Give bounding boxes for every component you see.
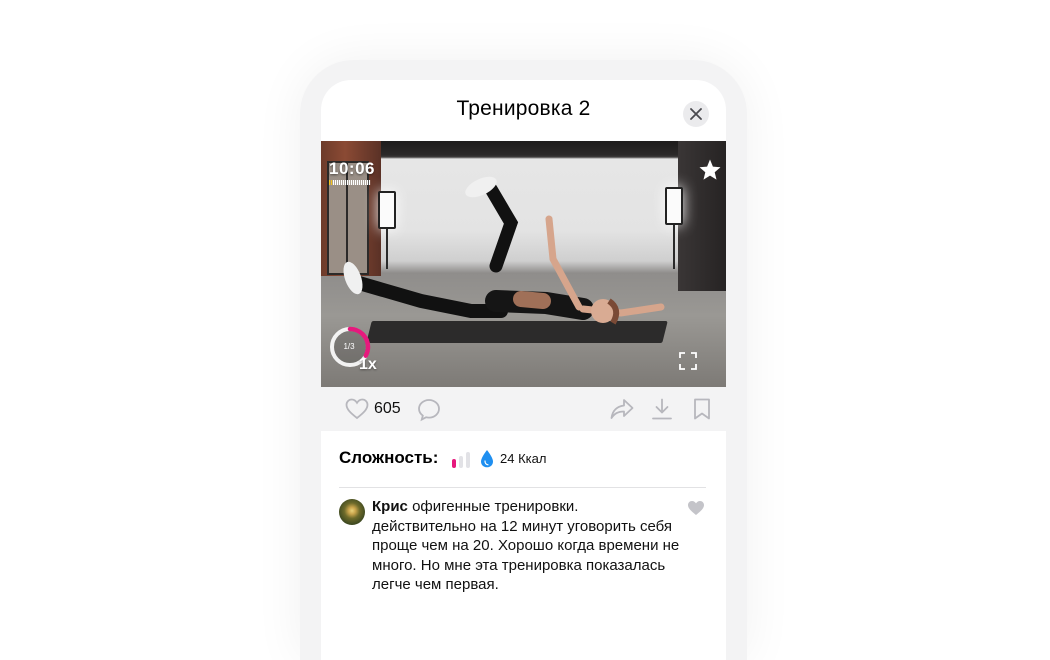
comment-like-icon[interactable] [687,500,705,516]
comment-author[interactable]: Крис [372,498,408,515]
drop-icon [481,450,493,468]
comment-body: действительно на 12 минут уговорить себя… [372,517,680,594]
comment-text: Крис офигенные тренировки. действительно… [372,497,682,595]
comment-first-line: офигенные тренировки. [412,498,579,515]
screen: Тренировка 2 10:06 1/3 1x 605 Сложность:… [321,80,726,660]
close-button[interactable] [683,101,709,127]
phone-frame: Тренировка 2 10:06 1/3 1x 605 Сложность:… [300,60,747,660]
fullscreen-icon[interactable] [679,352,697,370]
divider [339,487,706,488]
page-title: Тренировка 2 [456,97,591,120]
difficulty-label: Сложность: [339,448,439,467]
progress-label: 1/3 [343,342,355,351]
share-icon[interactable] [610,398,634,420]
difficulty-indicator [452,452,470,468]
video-frame-person [343,176,665,325]
timer-progress-ticks [329,180,371,185]
close-icon [690,108,702,120]
video-timer: 10:06 [329,159,375,178]
bookmark-icon[interactable] [693,398,711,420]
action-bar: 605 [321,387,726,431]
star-icon[interactable] [698,158,722,182]
heart-icon[interactable] [345,398,369,420]
playback-speed[interactable]: 1x [359,356,377,374]
comment-icon[interactable] [417,398,441,422]
video-player[interactable]: 10:06 1/3 1x [321,141,726,387]
likes-count: 605 [374,400,401,417]
download-icon[interactable] [651,398,673,420]
calories-value: 24 Ккал [500,451,547,466]
avatar[interactable] [339,499,365,525]
